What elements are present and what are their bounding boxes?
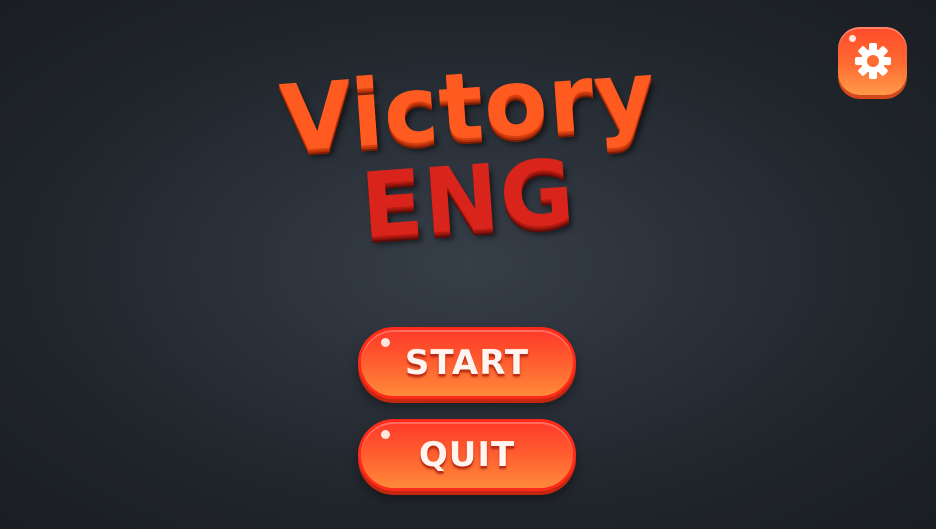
quit-button-label: QUIT xyxy=(418,435,516,475)
settings-button[interactable] xyxy=(838,27,907,95)
button-shine xyxy=(381,338,390,347)
start-button-label: START xyxy=(404,343,530,383)
main-menu-screen: Victory ENG START QUIT xyxy=(0,0,936,529)
gear-icon xyxy=(851,39,895,83)
button-shine xyxy=(381,430,390,439)
button-shine xyxy=(849,35,856,42)
start-button[interactable]: START xyxy=(358,327,576,399)
quit-button[interactable]: QUIT xyxy=(358,419,576,491)
